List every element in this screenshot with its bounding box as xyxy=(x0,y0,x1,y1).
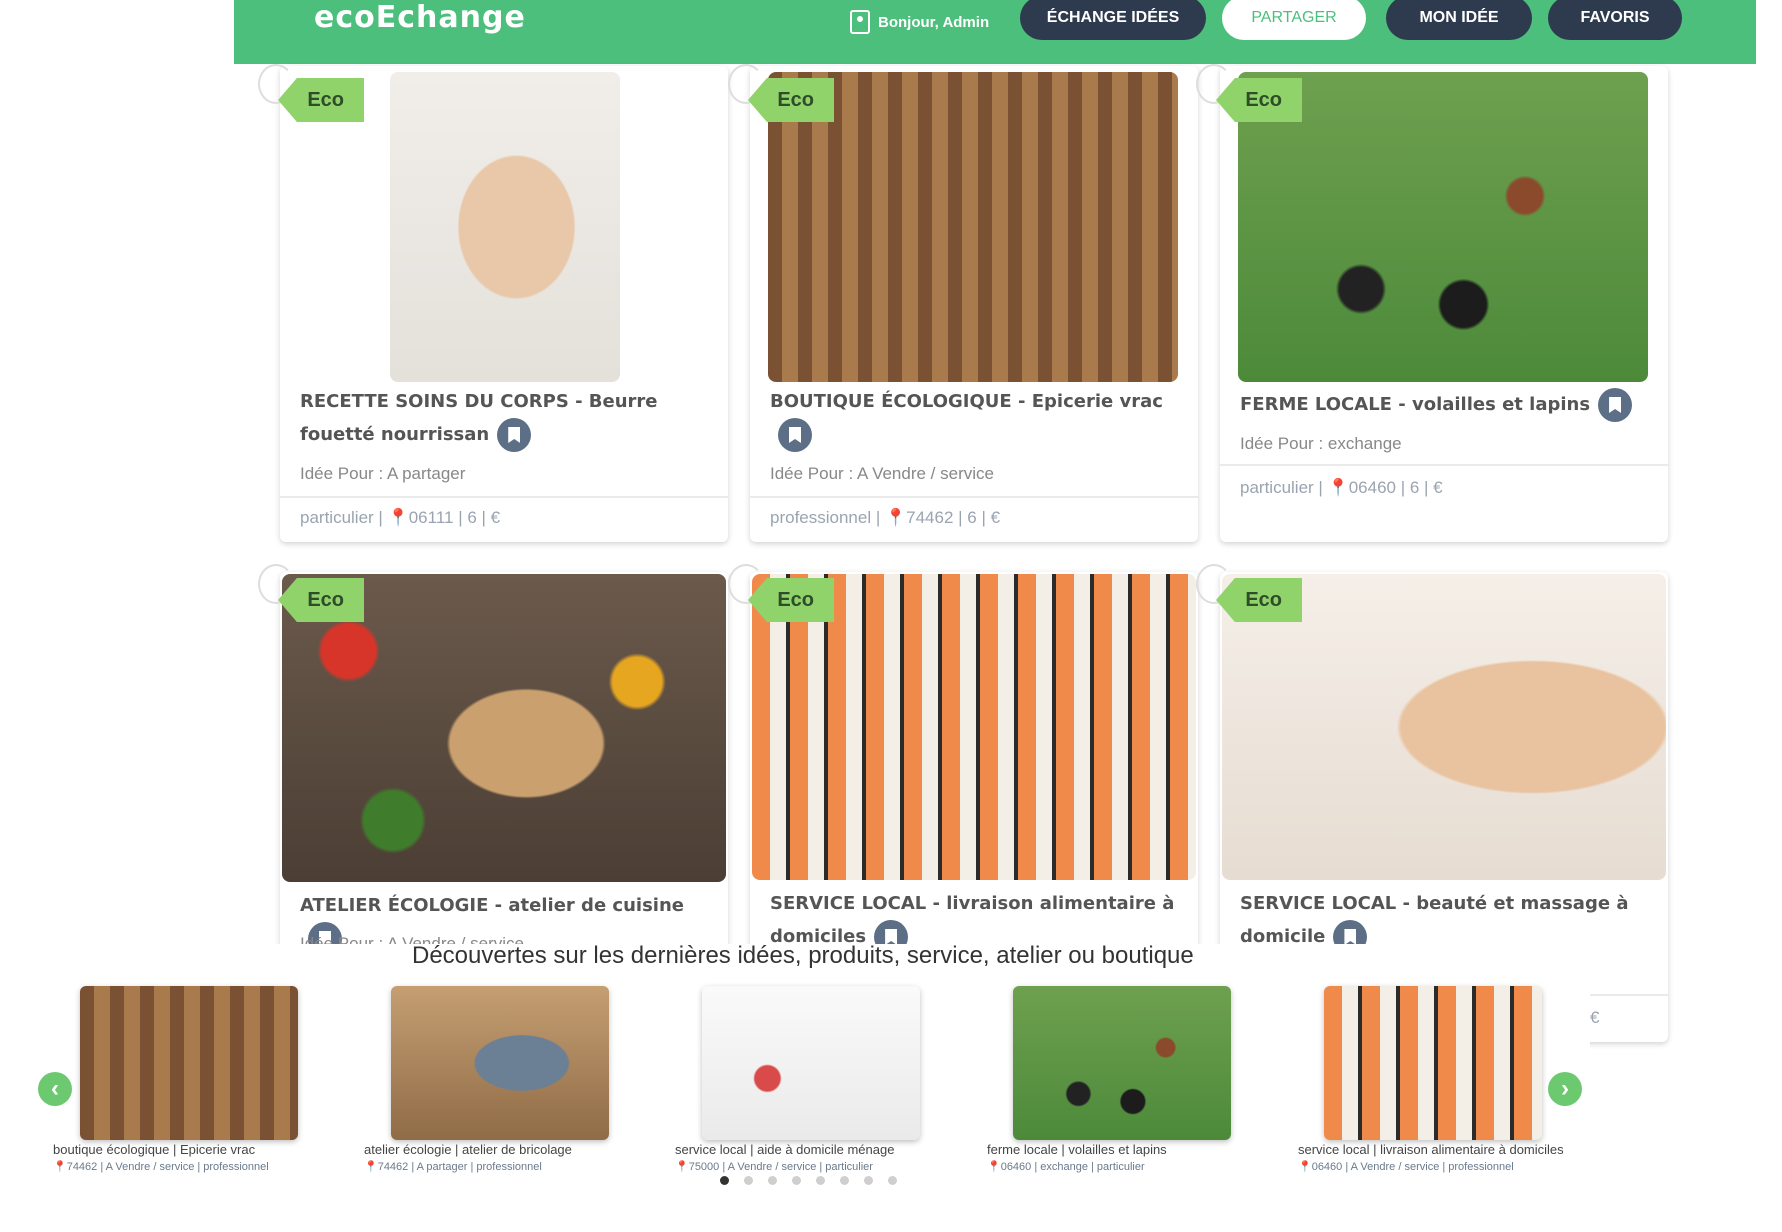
card-title[interactable]: FERME LOCALE - volailles et lapins xyxy=(1240,388,1650,422)
eco-tag: Eco xyxy=(1196,64,1306,122)
card-divider xyxy=(1220,464,1668,466)
card-meta: particulier | 📍06460 | 6 | € xyxy=(1240,478,1443,497)
card-idea-type: Idée Pour : A Vendre / service xyxy=(770,464,994,483)
top-navbar: ecoEchange Bonjour, Admin ÉCHANGE IDÉES … xyxy=(234,0,1756,64)
eco-tag: Eco xyxy=(728,64,838,122)
slide-title[interactable]: atelier écologie | atelier de bricolage xyxy=(364,1142,572,1157)
user-icon xyxy=(850,10,870,34)
nav-echange-idees[interactable]: ÉCHANGE IDÉES xyxy=(1020,0,1206,40)
eco-tag: Eco xyxy=(258,64,368,122)
eco-tag: Eco xyxy=(728,564,838,622)
carousel-prev-button[interactable]: ‹ xyxy=(38,1072,72,1106)
carousel-heading: Découvertes sur les dernières idées, pro… xyxy=(412,942,1194,969)
carousel-dot[interactable] xyxy=(720,1176,729,1185)
slide-meta: 📍74462 | A partager | professionnel xyxy=(364,1161,542,1173)
nav-mon-idee[interactable]: MON IDÉE xyxy=(1386,0,1532,40)
idea-card[interactable]: ATELIER ÉCOLOGIE - atelier de cuisine Id… xyxy=(280,572,728,952)
nav-favoris[interactable]: FAVORIS xyxy=(1548,0,1682,40)
slide-title[interactable]: ferme locale | volailles et lapins xyxy=(987,1142,1167,1157)
slide-meta: 📍06460 | A Vendre / service | profession… xyxy=(1298,1161,1514,1173)
carousel-dot[interactable] xyxy=(768,1176,777,1185)
bookmark-icon[interactable] xyxy=(497,418,532,452)
slide-meta: 📍06460 | exchange | particulier xyxy=(987,1161,1145,1173)
hens-photo[interactable] xyxy=(1013,986,1231,1140)
carousel-dot[interactable] xyxy=(792,1176,801,1185)
idea-card[interactable]: BOUTIQUE ÉCOLOGIQUE - Epicerie vrac Idée… xyxy=(750,66,1198,542)
cleaning-photo[interactable] xyxy=(702,986,920,1140)
card-idea-type: Idée Pour : A partager xyxy=(300,464,466,483)
hand-cream-photo[interactable] xyxy=(390,72,620,382)
slide-title[interactable]: service local | livraison alimentaire à … xyxy=(1298,1142,1564,1157)
idea-card[interactable]: FERME LOCALE - volailles et lapins Idée … xyxy=(1220,66,1668,542)
card-divider xyxy=(280,496,728,498)
card-title[interactable]: RECETTE SOINS DU CORPS - Beurre fouetté … xyxy=(300,386,700,452)
slide-meta: 📍74462 | A Vendre / service | profession… xyxy=(53,1161,269,1173)
slide-meta: 📍75000 | A Vendre / service | particulie… xyxy=(675,1161,873,1173)
card-meta: particulier | 📍06111 | 6 | € xyxy=(300,508,501,527)
card-meta: professionnel | 📍74462 | 6 | € xyxy=(770,508,1001,527)
carousel-dot[interactable] xyxy=(744,1176,753,1185)
carousel-next-button[interactable]: › xyxy=(1548,1072,1582,1106)
card-meta: € xyxy=(1590,1008,1600,1027)
brand-logo[interactable]: ecoEchange xyxy=(314,0,526,35)
carousel-dot[interactable] xyxy=(888,1176,897,1185)
idea-card[interactable]: SERVICE LOCAL - livraison alimentaire à … xyxy=(750,572,1198,952)
user-greeting: Bonjour, Admin xyxy=(850,10,989,34)
carousel-pagination xyxy=(720,1176,897,1185)
greeting-text: Bonjour, Admin xyxy=(878,13,990,31)
bookmark-icon[interactable] xyxy=(1598,388,1633,422)
eco-tag: Eco xyxy=(258,564,368,622)
carousel-dot[interactable] xyxy=(864,1176,873,1185)
tools-photo[interactable] xyxy=(391,986,609,1140)
card-idea-type: Idée Pour : exchange xyxy=(1240,434,1402,453)
shop-photo[interactable] xyxy=(80,986,298,1140)
carousel-dot[interactable] xyxy=(840,1176,849,1185)
card-title[interactable]: BOUTIQUE ÉCOLOGIQUE - Epicerie vrac xyxy=(770,386,1170,452)
nav-partager[interactable]: PARTAGER xyxy=(1222,0,1366,40)
sushi-photo[interactable] xyxy=(1324,986,1542,1140)
slide-title[interactable]: service local | aide à domicile ménage xyxy=(675,1142,894,1157)
eco-tag: Eco xyxy=(1196,564,1306,622)
card-divider xyxy=(750,496,1198,498)
slide-title[interactable]: boutique écologique | Epicerie vrac xyxy=(53,1142,255,1157)
idea-card[interactable]: RECETTE SOINS DU CORPS - Beurre fouetté … xyxy=(280,66,728,542)
bookmark-icon[interactable] xyxy=(778,418,812,452)
carousel-dot[interactable] xyxy=(816,1176,825,1185)
